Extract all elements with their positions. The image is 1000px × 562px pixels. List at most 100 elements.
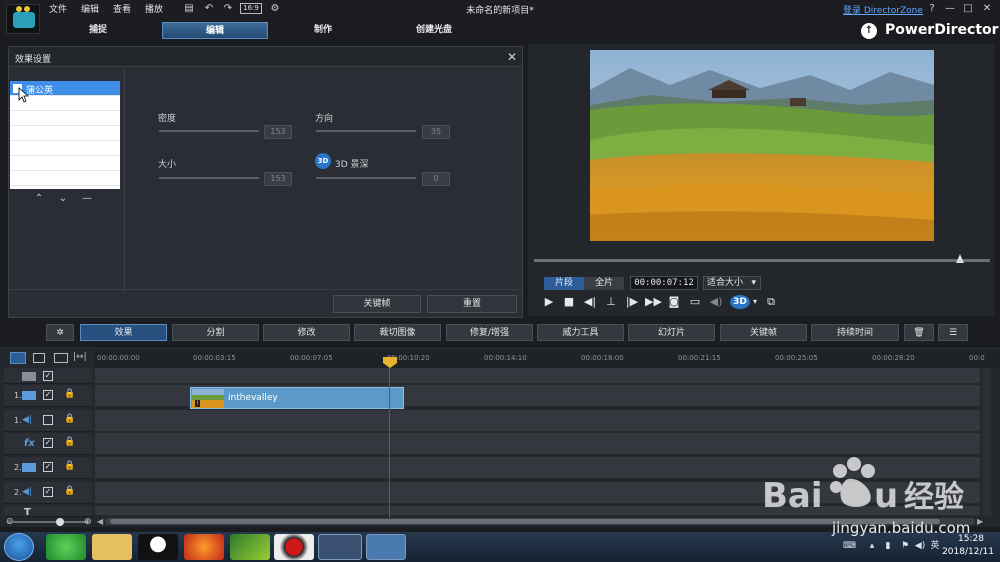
- track-row-audio-1[interactable]: [95, 410, 980, 432]
- keyboard-icon[interactable]: ⌨: [843, 540, 856, 552]
- track-enable-checkbox[interactable]: ✓: [43, 462, 53, 472]
- aspect-ratio-select[interactable]: 16:9: [240, 3, 262, 14]
- track-lock-icon[interactable]: 🔒: [64, 486, 75, 498]
- clip-mode-tab[interactable]: 片段: [544, 277, 584, 290]
- size-value[interactable]: 153: [264, 172, 292, 186]
- track-enable-checkbox[interactable]: ✓: [43, 371, 53, 381]
- play-icon[interactable]: ▶: [542, 295, 556, 309]
- fast-forward-icon[interactable]: ▶▶: [645, 295, 662, 309]
- close-button[interactable]: ✕: [980, 2, 994, 15]
- login-directorzone-link[interactable]: 登录 DirectorZone: [843, 3, 923, 16]
- track-header-video-1[interactable]: 1. ✓ 🔒: [4, 385, 92, 407]
- track-row-fx[interactable]: [95, 433, 980, 455]
- file-explorer-icon[interactable]: [92, 534, 132, 560]
- previous-frame-icon[interactable]: ◀|: [583, 295, 597, 309]
- snapshot-camera-icon[interactable]: ◙: [667, 295, 681, 309]
- track-enable-checkbox[interactable]: ✓: [43, 438, 53, 448]
- tab-create-disc[interactable]: 创建光盘: [381, 22, 487, 39]
- list-item[interactable]: [10, 126, 120, 141]
- redo-icon[interactable]: ↷: [222, 3, 234, 15]
- zoom-slider[interactable]: [8, 521, 88, 523]
- preview-scrubber[interactable]: [534, 259, 990, 262]
- list-item[interactable]: [10, 156, 120, 171]
- power-tools-button[interactable]: 威力工具: [537, 324, 624, 341]
- keyframe-toolbar-button[interactable]: 关键帧: [720, 324, 807, 341]
- track-lock-icon[interactable]: 🔒: [64, 437, 75, 449]
- effect-panel-close-icon[interactable]: ✕: [505, 50, 519, 64]
- track-enable-checkbox[interactable]: ✓: [43, 487, 53, 497]
- fit-size-dropdown[interactable]: 适合大小 ▾: [703, 276, 761, 290]
- track-header-fx[interactable]: fx ✓ 🔒: [4, 433, 92, 455]
- volume-icon[interactable]: ◀): [709, 295, 723, 309]
- storyboard-view-icon[interactable]: [33, 353, 45, 363]
- remove-icon[interactable]: —: [80, 193, 94, 205]
- tab-edit[interactable]: 编辑: [162, 22, 268, 39]
- display-icon[interactable]: ▭: [688, 295, 702, 309]
- tab-produce[interactable]: 制作: [270, 22, 376, 39]
- speaker-icon[interactable]: ◀): [914, 540, 926, 552]
- usb-icon[interactable]: ▮: [882, 540, 894, 552]
- modify-button[interactable]: 修改: [263, 324, 350, 341]
- move-down-icon[interactable]: ⌄: [56, 193, 70, 205]
- track-header-audio-1[interactable]: 1. ◀| 🔒: [4, 410, 92, 432]
- tray-expand-icon[interactable]: ▴: [866, 540, 878, 552]
- split-button[interactable]: 分割: [172, 324, 259, 341]
- save-icon[interactable]: ▤: [183, 3, 195, 15]
- powerdirector-taskbar-icon[interactable]: [318, 534, 362, 560]
- recorder-icon[interactable]: [274, 534, 314, 560]
- density-value[interactable]: 153: [264, 125, 292, 139]
- qq-icon[interactable]: [138, 534, 178, 560]
- timecode-display[interactable]: 00:00:07:12: [630, 276, 698, 290]
- track-lock-icon[interactable]: 🔒: [64, 414, 75, 426]
- delete-trash-icon[interactable]: 🗑: [904, 324, 934, 341]
- track-enable-checkbox[interactable]: ✓: [43, 390, 53, 400]
- movie-mode-tab[interactable]: 全片: [584, 277, 624, 290]
- tab-capture[interactable]: 捕捉: [45, 22, 151, 39]
- track-lock-icon[interactable]: 🔒: [64, 389, 75, 401]
- image-viewer-icon[interactable]: [366, 534, 406, 560]
- zoom-slider-handle[interactable]: [56, 518, 64, 526]
- direction-slider[interactable]: [316, 130, 416, 132]
- settings-gear-icon[interactable]: ⚙: [269, 3, 281, 15]
- menu-play[interactable]: 播放: [145, 2, 163, 15]
- undock-icon[interactable]: ⧉: [764, 295, 778, 309]
- maximize-button[interactable]: □: [961, 2, 975, 15]
- minimize-button[interactable]: —: [943, 2, 957, 15]
- menu-edit[interactable]: 编辑: [81, 2, 99, 15]
- density-slider[interactable]: [159, 130, 259, 132]
- split-marker-icon[interactable]: ⊥: [604, 295, 618, 309]
- track-header-audio-2[interactable]: 2. ◀| ✓ 🔒: [4, 482, 92, 504]
- reset-button[interactable]: 重置: [427, 295, 517, 313]
- network-flag-icon[interactable]: ⚑: [899, 540, 911, 552]
- fit-timeline-icon[interactable]: |↔|: [73, 352, 87, 362]
- effects-button[interactable]: 效果: [80, 324, 167, 341]
- track-row-master[interactable]: [95, 368, 980, 384]
- timeline-view-icon[interactable]: [10, 352, 26, 364]
- crop-image-button[interactable]: 裁切图像: [354, 324, 441, 341]
- track-header-title[interactable]: T: [4, 506, 92, 518]
- next-frame-icon[interactable]: |▶: [625, 295, 639, 309]
- 3d-mode-button[interactable]: 3D: [730, 295, 750, 309]
- list-item[interactable]: [10, 171, 120, 186]
- 3d-depth-value[interactable]: 0: [422, 172, 450, 186]
- direction-value[interactable]: 35: [422, 125, 450, 139]
- app-360-icon[interactable]: [46, 534, 86, 560]
- help-button[interactable]: ?: [925, 2, 939, 15]
- firefox-icon[interactable]: [184, 534, 224, 560]
- track-lock-icon[interactable]: 🔒: [64, 461, 75, 473]
- 3d-dropdown-arrow-icon[interactable]: ▾: [748, 295, 762, 309]
- list-item[interactable]: [10, 111, 120, 126]
- size-slider[interactable]: [159, 177, 259, 179]
- clock-date[interactable]: 2018/12/11: [938, 547, 998, 557]
- stop-icon[interactable]: ■: [562, 295, 576, 309]
- video-app-icon[interactable]: [230, 534, 270, 560]
- menu-view[interactable]: 查看: [113, 2, 131, 15]
- undo-icon[interactable]: ↶: [203, 3, 215, 15]
- zoom-in-icon[interactable]: ⊕: [84, 517, 92, 527]
- more-options-icon[interactable]: ☰: [938, 324, 968, 341]
- 3d-depth-slider[interactable]: [316, 177, 416, 179]
- start-button[interactable]: [4, 533, 34, 561]
- list-item[interactable]: [10, 141, 120, 156]
- track-enable-checkbox[interactable]: [43, 415, 53, 425]
- move-up-icon[interactable]: ⌃: [32, 193, 46, 205]
